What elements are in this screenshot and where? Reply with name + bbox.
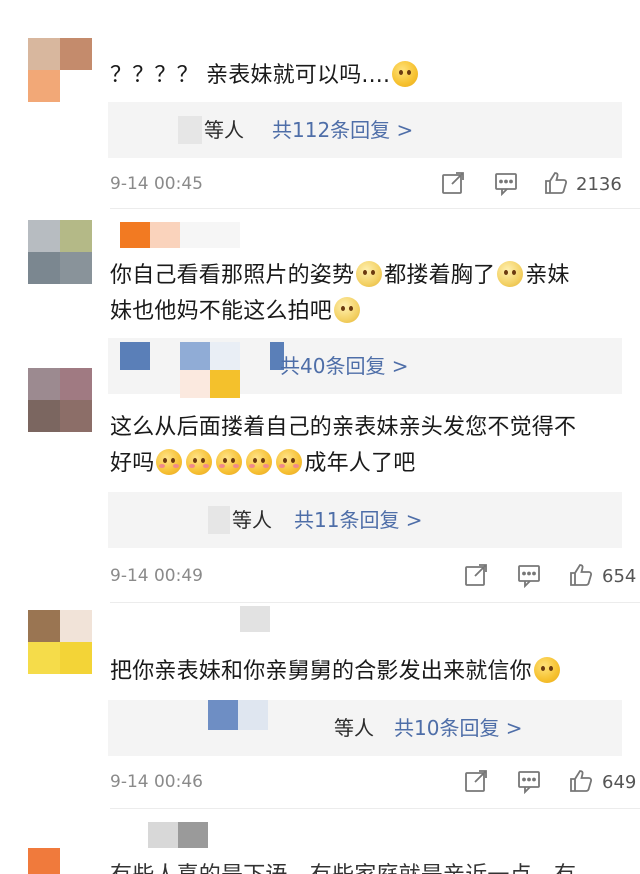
shh-emoji-icon bbox=[533, 657, 560, 683]
comment-meta: 9-14 00:45 2136 bbox=[110, 170, 630, 200]
comment-text: ？？？？ 亲表妹就可以吗.... bbox=[110, 58, 630, 94]
blurred-username bbox=[180, 342, 210, 370]
avatar[interactable] bbox=[28, 610, 92, 674]
comment-icon[interactable] bbox=[516, 768, 542, 795]
comment-meta: 9-14 00:49 654 bbox=[110, 562, 636, 592]
blurred-username bbox=[120, 222, 150, 248]
blurred-username bbox=[120, 342, 150, 370]
avatar[interactable] bbox=[28, 848, 92, 874]
replies-count-link[interactable]: 共11条回复 > bbox=[294, 492, 423, 548]
replies-count-link[interactable]: 共40条回复 > bbox=[280, 338, 409, 394]
blurred-username bbox=[208, 700, 238, 730]
avatar[interactable] bbox=[28, 220, 92, 284]
comment-text: 这么从后面搂着自己的亲表妹亲头发您不觉得不 好吗 成年人了吧 bbox=[110, 410, 630, 482]
blush-emoji-icon bbox=[216, 449, 243, 475]
like-icon[interactable] bbox=[568, 768, 594, 794]
comment-text-part: 好吗 bbox=[110, 451, 155, 476]
comment-text-part: 有些人喜的是下语，有些家庭就是亲近一点，有 bbox=[110, 863, 576, 874]
comment-text-part: 成年人了吧 bbox=[304, 451, 416, 476]
blurred-username bbox=[180, 370, 210, 398]
comment-text: 有些人喜的是下语，有些家庭就是亲近一点，有 bbox=[110, 858, 630, 874]
share-icon[interactable] bbox=[463, 768, 489, 794]
replies-suffix: 等人 bbox=[334, 716, 374, 740]
blush-emoji-icon bbox=[276, 449, 303, 475]
comment-text-part: 你自己看看那照片的姿势 bbox=[110, 263, 355, 288]
comment-icon[interactable] bbox=[493, 170, 519, 197]
like-count: 2136 bbox=[576, 174, 622, 195]
comment-text: 把你亲表妹和你亲舅舅的合影发出来就信你 bbox=[110, 654, 630, 690]
blurred-username bbox=[238, 700, 268, 730]
replies-box[interactable]: 等人 共11条回复 > bbox=[108, 492, 622, 548]
like-icon[interactable] bbox=[543, 170, 569, 196]
timestamp: 9-14 00:46 bbox=[110, 772, 203, 792]
comment-text-part: 妹也他妈不能这么拍吧 bbox=[110, 299, 333, 324]
sleepy-emoji-icon bbox=[392, 61, 419, 87]
replies-box[interactable]: 等人 共10条回复 > bbox=[108, 700, 622, 756]
replies-box[interactable]: 共40条回复 > bbox=[108, 338, 622, 398]
like-count: 654 bbox=[602, 566, 637, 587]
replies-count-link[interactable]: 共112条回复 > bbox=[272, 102, 413, 158]
replies-count-link[interactable]: 共10条回复 > bbox=[394, 700, 523, 756]
blurred-username bbox=[210, 370, 240, 398]
blurred-username bbox=[180, 222, 240, 248]
blurred-username bbox=[150, 222, 180, 248]
blurred-username bbox=[208, 506, 230, 534]
blurred-username bbox=[240, 606, 270, 632]
blush-emoji-icon bbox=[186, 449, 213, 475]
avatar[interactable] bbox=[28, 368, 92, 432]
blush-emoji-icon bbox=[246, 449, 273, 475]
divider bbox=[110, 602, 640, 603]
replies-box[interactable]: 等人 共112条回复 > bbox=[108, 102, 622, 158]
comment-text-part: ？？？？ 亲表妹就可以吗.... bbox=[110, 63, 391, 88]
thinking-emoji-icon bbox=[356, 261, 383, 287]
replies-suffix: 等人 bbox=[232, 508, 272, 532]
comment-text-part: 都搂着胸了 bbox=[384, 263, 496, 288]
comment-text: 你自己看看那照片的姿势 都搂着胸了 亲妹 妹也他妈不能这么拍吧 bbox=[110, 258, 630, 330]
blurred-username bbox=[178, 822, 208, 848]
avatar[interactable] bbox=[28, 38, 92, 102]
share-icon[interactable] bbox=[463, 562, 489, 588]
comment-text-part: 亲妹 bbox=[525, 263, 570, 288]
thinking-emoji-icon bbox=[497, 261, 524, 287]
timestamp: 9-14 00:45 bbox=[110, 174, 203, 194]
comment-meta: 9-14 00:46 649 bbox=[110, 768, 636, 798]
like-count: 649 bbox=[602, 772, 637, 793]
comment-text-part: 把你亲表妹和你亲舅舅的合影发出来就信你 bbox=[110, 659, 532, 684]
share-icon[interactable] bbox=[440, 170, 466, 196]
replies-suffix: 等人 bbox=[204, 118, 244, 142]
comment-icon[interactable] bbox=[516, 562, 542, 589]
blush-emoji-icon bbox=[156, 449, 183, 475]
blurred-username bbox=[210, 342, 240, 370]
comment-text-part: 这么从后面搂着自己的亲表妹亲头发您不觉得不 bbox=[110, 415, 577, 440]
blurred-username bbox=[178, 116, 202, 144]
divider bbox=[110, 208, 640, 209]
like-icon[interactable] bbox=[568, 562, 594, 588]
timestamp: 9-14 00:49 bbox=[110, 566, 203, 586]
thinking-emoji-icon bbox=[334, 297, 361, 323]
blurred-username bbox=[148, 822, 178, 848]
divider bbox=[110, 808, 640, 809]
